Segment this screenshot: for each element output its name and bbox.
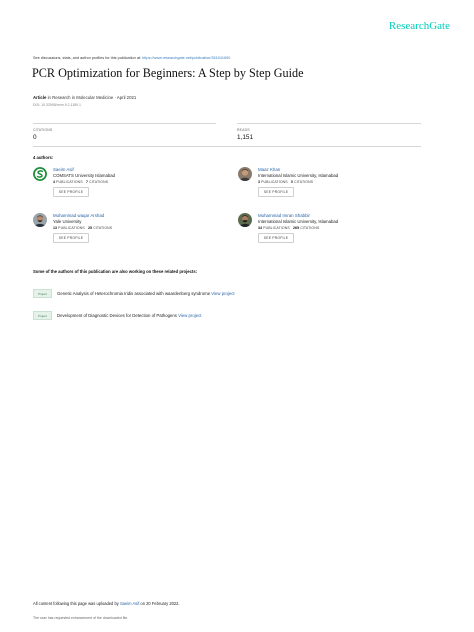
publications-count: 4 (53, 179, 56, 184)
author-affiliation: International Islamic University, Islama… (258, 219, 339, 224)
publications-label: PUBLICATIONS (58, 225, 85, 230)
publications-label: PUBLICATIONS (263, 225, 290, 230)
author-card: Saeim Asif COMSATS University Islamabad … (33, 167, 223, 207)
journal-name: Research in Molecular Medicine (52, 95, 114, 100)
author-name[interactable]: Saeim Asif (53, 167, 74, 172)
uploader-link[interactable]: Saeim Asif (120, 601, 139, 606)
article-type: Article (33, 95, 47, 100)
author-stats: 13 PUBLICATIONS 25 CITATIONS (53, 226, 112, 230)
stats-divider (33, 146, 421, 147)
project-title: Development of Diagnostic Devices for De… (57, 313, 177, 318)
publications-count: 13 (53, 225, 58, 230)
comsats-logo-icon[interactable] (33, 167, 47, 181)
citations-count: 0 (290, 179, 294, 184)
author-stats: 3 PUBLICATIONS 0 CITATIONS (258, 180, 313, 184)
publication-date: April 2021 (116, 95, 137, 100)
project-badge: Project (33, 289, 52, 298)
upload-date: on 20 February 2022. (140, 601, 180, 606)
citations-label: CITATIONS (89, 179, 109, 184)
author-stats: 4 PUBLICATIONS 7 CITATIONS (53, 180, 108, 184)
profile-photo-icon[interactable] (238, 167, 252, 181)
citations-label: CITATIONS (33, 128, 53, 132)
citations-count: 25 (88, 225, 93, 230)
reads-value: 1,151 (237, 134, 253, 141)
author-card: Muhammad waqar Arshad Yale University 13… (33, 213, 223, 253)
citations-value: 0 (33, 134, 37, 141)
citations-label: CITATIONS (300, 225, 320, 230)
see-profile-button[interactable]: SEE PROFILE (258, 233, 294, 243)
meta-in: in (47, 95, 51, 100)
profile-photo-icon[interactable] (238, 213, 252, 227)
upload-prefix: All content following this page was uplo… (33, 601, 119, 606)
researchgate-logo[interactable]: ResearchGate (389, 20, 450, 32)
project-title: Genetic Analysis of Heterochromia Iridis… (57, 291, 211, 296)
author-card: Maaz Khan International Islamic Universi… (238, 167, 428, 207)
paper-title: PCR Optimization for Beginners: A Step b… (32, 66, 304, 80)
citations-label: CITATIONS (294, 179, 314, 184)
see-profile-button[interactable]: SEE PROFILE (53, 233, 89, 243)
project-item: Development of Diagnostic Devices for De… (57, 313, 201, 318)
profile-photo-icon[interactable] (33, 213, 47, 227)
author-name[interactable]: Maaz Khan (258, 167, 280, 172)
author-affiliation: Yale University (53, 219, 82, 224)
publications-label: PUBLICATIONS (56, 179, 83, 184)
publications-count: 34 (258, 225, 263, 230)
discussion-text: See discussions, stats, and author profi… (33, 56, 142, 60)
project-item: Genetic Analysis of Heterochromia Iridis… (57, 291, 235, 296)
see-profile-button[interactable]: SEE PROFILE (258, 187, 294, 197)
upload-note: All content following this page was uplo… (33, 601, 180, 606)
project-badge: Project (33, 311, 52, 320)
author-name[interactable]: Muhammad waqar Arshad (53, 213, 104, 218)
publications-label: PUBLICATIONS (261, 179, 288, 184)
doi: DOI: 10.32598/rmm.9.2.1189.1 (33, 103, 81, 107)
discussion-line: See discussions, stats, and author profi… (33, 56, 230, 60)
citations-divider (33, 123, 216, 124)
citations-count: 7 (85, 179, 89, 184)
article-meta: Article in Research in Molecular Medicin… (33, 95, 136, 100)
citations-count: 265 (293, 225, 300, 230)
meta-separator: · (114, 95, 116, 100)
author-name[interactable]: Muhammad Imran Shabbir (258, 213, 310, 218)
view-project-link[interactable]: View project (178, 313, 201, 318)
author-affiliation: International Islamic University, Islama… (258, 173, 339, 178)
see-profile-button[interactable]: SEE PROFILE (53, 187, 89, 197)
publications-count: 3 (258, 179, 261, 184)
author-stats: 34 PUBLICATIONS 265 CITATIONS (258, 226, 319, 230)
author-affiliation: COMSATS University Islamabad (53, 173, 116, 178)
publication-link[interactable]: https://www.researchgate.net/publication… (142, 56, 230, 60)
enhancement-note: The user has requested enhancement of th… (33, 616, 129, 620)
citations-label: CITATIONS (93, 225, 113, 230)
reads-divider (237, 123, 421, 124)
reads-label: READS (237, 128, 250, 132)
authors-heading: 4 authors: (33, 155, 54, 160)
view-project-link[interactable]: View project (211, 291, 234, 296)
author-card: Muhammad Imran Shabbir International Isl… (238, 213, 428, 253)
related-projects-heading: Some of the authors of this publication … (33, 269, 198, 274)
